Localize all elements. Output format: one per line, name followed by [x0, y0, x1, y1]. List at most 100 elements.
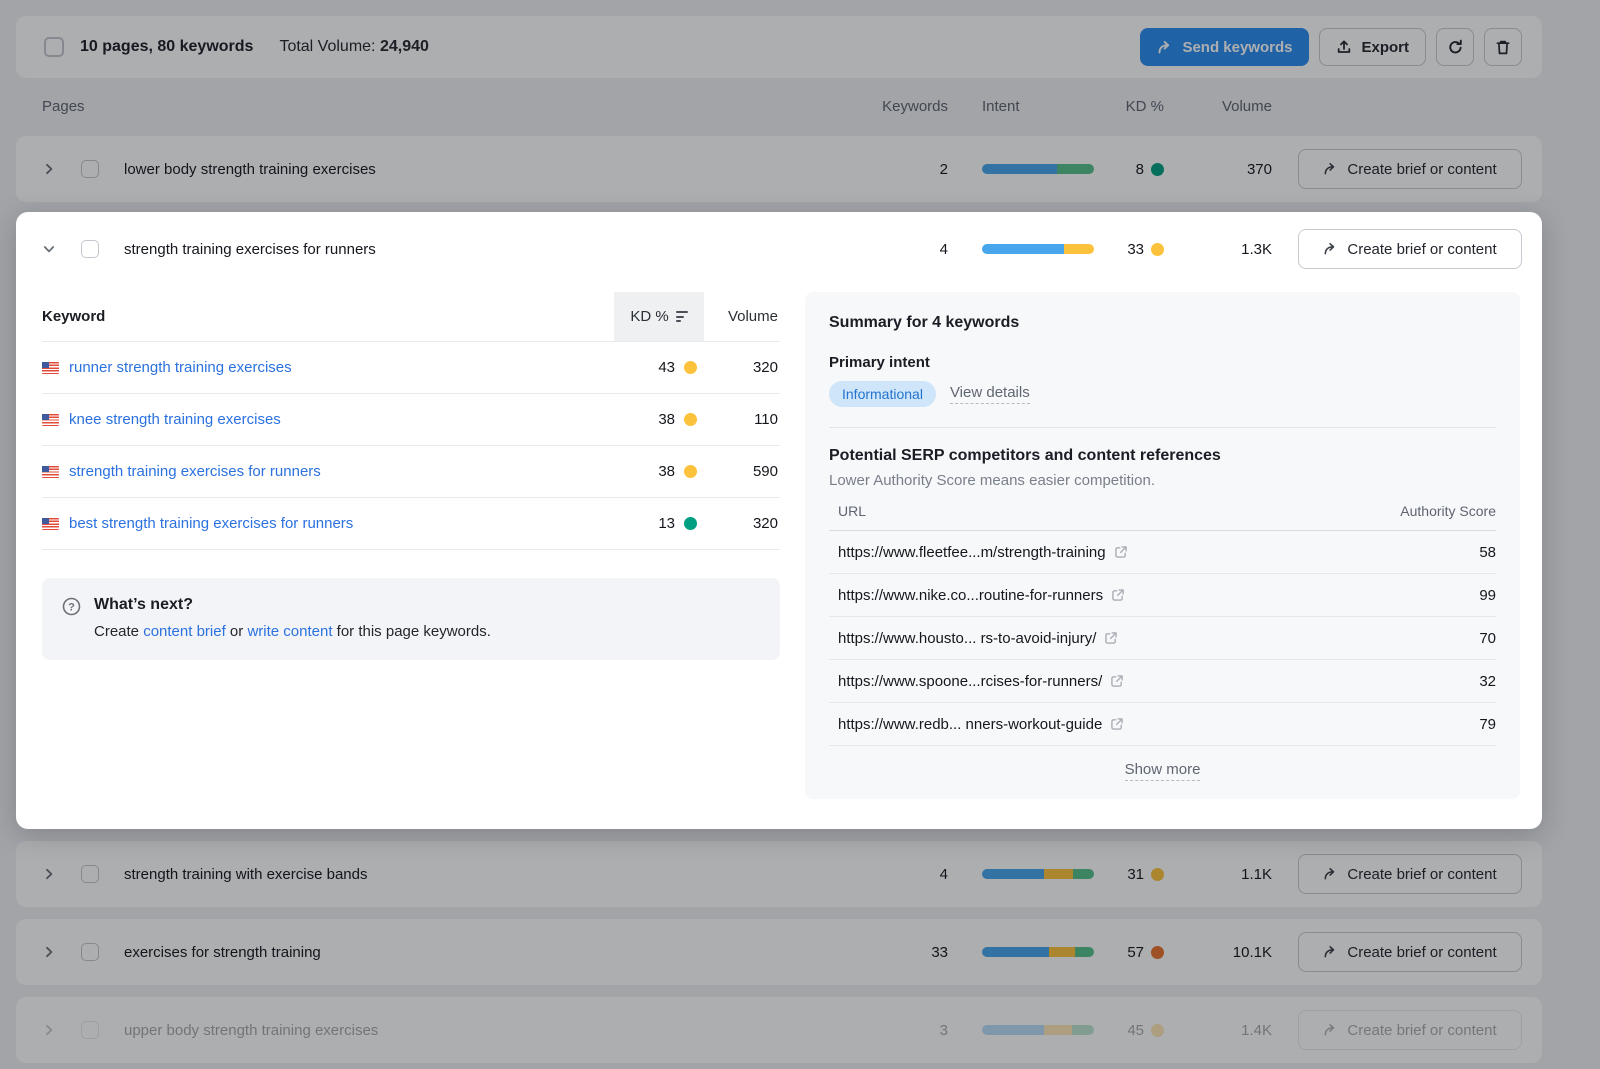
delete-button[interactable] — [1484, 28, 1522, 66]
show-more-link[interactable]: Show more — [1125, 761, 1201, 781]
summary-title: Summary for 4 keywords — [829, 314, 1496, 332]
chevron-right-icon[interactable] — [42, 162, 58, 176]
intent-bar — [982, 1025, 1094, 1035]
kd-sort-header[interactable]: KD % — [614, 292, 704, 341]
create-brief-button[interactable]: Create brief or content — [1298, 854, 1522, 894]
page-row-exercises-for-strength[interactable]: exercises for strength training 33 57 10… — [16, 919, 1542, 985]
chevron-down-icon[interactable] — [42, 242, 58, 256]
keyword-column-header: Keyword — [42, 308, 614, 325]
row-checkbox[interactable] — [81, 240, 99, 258]
us-flag-icon — [42, 518, 59, 530]
external-link-icon[interactable] — [1110, 717, 1124, 731]
summary-panel: Summary for 4 keywords Primary intent In… — [805, 292, 1520, 799]
volume-value: 320 — [704, 515, 780, 532]
keywords-count: 4 — [868, 866, 948, 883]
kd-value: 13 — [658, 515, 675, 532]
authority-score-column-header: Authority Score — [1400, 503, 1496, 519]
serp-competitors-title: Potential SERP competitors and content r… — [829, 447, 1496, 465]
external-link-icon[interactable] — [1111, 588, 1125, 602]
create-brief-label: Create brief or content — [1347, 1022, 1496, 1039]
keyword-strategy-builder: 10 pages, 80 keywords Total Volume: 24,9… — [0, 0, 1600, 1069]
page-row-upper-body[interactable]: upper body strength training exercises 3… — [16, 997, 1542, 1063]
column-pages: Pages — [42, 98, 85, 115]
kd-value: 43 — [658, 359, 675, 376]
intent-bar — [982, 164, 1094, 174]
kd-value: 38 — [658, 411, 675, 428]
url-row: https://www.nike.co...routine-for-runner… — [829, 574, 1496, 617]
external-link-icon[interactable] — [1104, 631, 1118, 645]
intent-bar — [982, 947, 1094, 957]
chevron-right-icon[interactable] — [42, 1023, 58, 1037]
divider — [829, 427, 1496, 428]
create-brief-label: Create brief or content — [1347, 241, 1496, 258]
keywords-count: 2 — [868, 161, 948, 178]
export-button[interactable]: Export — [1319, 28, 1426, 66]
competitor-url: https://www.redb... nners-workout-guide — [838, 716, 1102, 733]
send-keywords-button[interactable]: Send keywords — [1140, 28, 1309, 66]
chevron-right-icon[interactable] — [42, 945, 58, 959]
kd-dot — [1151, 946, 1164, 959]
keyword-row: strength training exercises for runners … — [42, 446, 780, 498]
authority-score: 70 — [1479, 630, 1496, 647]
keywords-count: 4 — [868, 241, 948, 258]
authority-score: 32 — [1479, 673, 1496, 690]
create-brief-button[interactable]: Create brief or content — [1298, 932, 1522, 972]
intent-bar — [982, 244, 1094, 254]
page-title: exercises for strength training — [124, 944, 321, 961]
page-row-runners[interactable]: strength training exercises for runners … — [16, 212, 1542, 286]
keyword-table-header: Keyword KD % Volume — [42, 292, 780, 342]
row-checkbox[interactable] — [81, 943, 99, 961]
create-brief-button[interactable]: Create brief or content — [1298, 1010, 1522, 1050]
kd-value: 38 — [658, 463, 675, 480]
refresh-icon — [1447, 39, 1464, 56]
keyword-link[interactable]: strength training exercises for runners — [69, 463, 321, 480]
content-brief-link[interactable]: content brief — [143, 623, 226, 640]
send-arrow-icon — [1323, 945, 1338, 959]
text-fragment: Create — [94, 623, 143, 640]
kd-dot — [684, 413, 697, 426]
kd-dot — [1151, 243, 1164, 256]
whats-next-title: What’s next? — [94, 596, 491, 614]
intent-bar — [982, 869, 1094, 879]
send-arrow-icon — [1323, 242, 1338, 256]
column-intent: Intent — [982, 98, 1094, 115]
volume-value: 110 — [704, 411, 780, 428]
row-checkbox[interactable] — [81, 160, 99, 178]
authority-score: 58 — [1479, 544, 1496, 561]
url-row: https://www.housto... rs-to-avoid-injury… — [829, 617, 1496, 660]
column-kd: KD % — [1094, 98, 1164, 115]
refresh-button[interactable] — [1436, 28, 1474, 66]
keyword-link[interactable]: runner strength training exercises — [69, 359, 292, 376]
chevron-right-icon[interactable] — [42, 867, 58, 881]
create-brief-button[interactable]: Create brief or content — [1298, 149, 1522, 189]
send-keywords-label: Send keywords — [1182, 39, 1292, 56]
kd-dot — [684, 465, 697, 478]
create-brief-button[interactable]: Create brief or content — [1298, 229, 1522, 269]
page-title: upper body strength training exercises — [124, 1022, 378, 1039]
volume-column-header: Volume — [704, 308, 780, 325]
keyword-link[interactable]: best strength training exercises for run… — [69, 515, 353, 532]
total-volume-value: 24,940 — [380, 38, 429, 55]
url-row: https://www.redb... nners-workout-guide … — [829, 703, 1496, 746]
us-flag-icon — [42, 414, 59, 426]
row-checkbox[interactable] — [81, 1021, 99, 1039]
external-link-icon[interactable] — [1114, 545, 1128, 559]
row-checkbox[interactable] — [81, 865, 99, 883]
table-column-headers: Pages Keywords Intent KD % Volume — [16, 86, 1542, 126]
external-link-icon[interactable] — [1110, 674, 1124, 688]
volume-value: 1.3K — [1172, 241, 1272, 258]
view-details-link[interactable]: View details — [950, 384, 1030, 404]
select-all-checkbox[interactable] — [44, 37, 64, 57]
competitor-url: https://www.nike.co...routine-for-runner… — [838, 587, 1103, 604]
page-row-lower-body[interactable]: lower body strength training exercises 2… — [16, 136, 1542, 202]
volume-value: 590 — [704, 463, 780, 480]
write-content-link[interactable]: write content — [247, 623, 332, 640]
kd-value: 31 — [1127, 866, 1144, 883]
keyword-row: best strength training exercises for run… — [42, 498, 780, 550]
keyword-link[interactable]: knee strength training exercises — [69, 411, 281, 428]
volume-value: 1.1K — [1172, 866, 1272, 883]
competitor-url: https://www.fleetfee...m/strength-traini… — [838, 544, 1106, 561]
intent-badge: Informational — [829, 381, 936, 407]
page-row-exercise-bands[interactable]: strength training with exercise bands 4 … — [16, 841, 1542, 907]
text-fragment: or — [226, 623, 248, 640]
